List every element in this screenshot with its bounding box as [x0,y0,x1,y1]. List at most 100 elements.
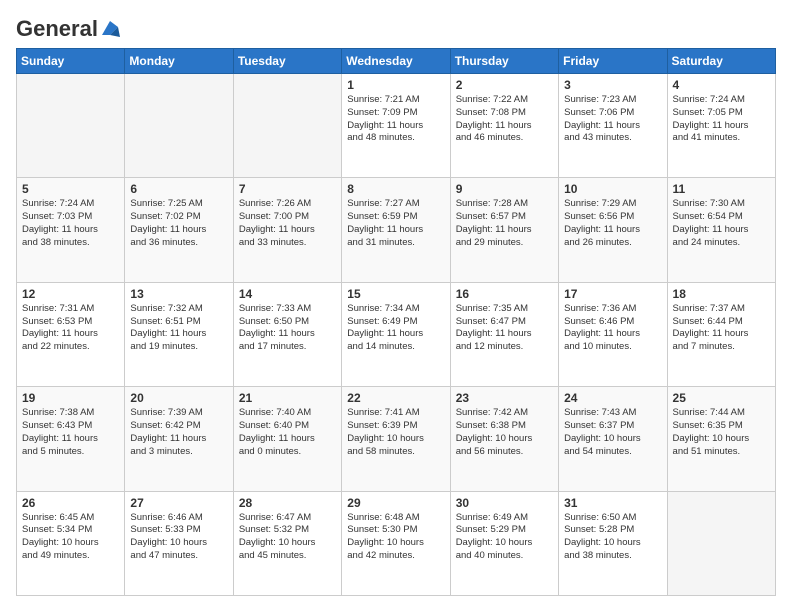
calendar-cell: 7 Sunrise: 7:26 AM Sunset: 7:00 PM Daylig… [233,178,341,282]
col-header-friday: Friday [559,49,667,74]
day-info: Sunrise: 7:37 AM Sunset: 6:44 PM Dayligh… [673,303,770,354]
calendar-cell: 6 Sunrise: 7:25 AM Sunset: 7:02 PM Daylig… [125,178,233,282]
day-info: Sunrise: 7:36 AM Sunset: 6:46 PM Dayligh… [564,303,661,354]
col-header-thursday: Thursday [450,49,558,74]
calendar-week-3: 19Sunrise: 7:38 AM Sunset: 6:43 PM Dayli… [17,387,776,491]
calendar-cell: 22Sunrise: 7:41 AM Sunset: 6:39 PM Dayli… [342,387,450,491]
day-number: 12 [22,287,119,301]
day-number: 2 [456,78,553,92]
day-number: 21 [239,391,336,405]
calendar-cell: 23Sunrise: 7:42 AM Sunset: 6:38 PM Dayli… [450,387,558,491]
day-info: Sunrise: 7:24 AM Sunset: 7:03 PM Dayligh… [22,198,119,249]
logo-general: General [16,16,98,42]
day-number: 24 [564,391,661,405]
calendar-cell: 30Sunrise: 6:49 AM Sunset: 5:29 PM Dayli… [450,491,558,595]
calendar-cell [233,74,341,178]
day-info: Sunrise: 7:42 AM Sunset: 6:38 PM Dayligh… [456,407,553,458]
calendar-cell [667,491,775,595]
day-number: 17 [564,287,661,301]
day-number: 1 [347,78,444,92]
calendar-cell: 28 Sunrise: 6:47 AM Sunset: 5:32 PM Dayli… [233,491,341,595]
col-header-monday: Monday [125,49,233,74]
day-number: 15 [347,287,444,301]
day-number: 8 [347,182,444,196]
calendar-cell: 31 Sunrise: 6:50 AM Sunset: 5:28 PM Dayli… [559,491,667,595]
day-number: 11 [673,182,770,196]
day-info: Sunrise: 6:45 AM Sunset: 5:34 PM Dayligh… [22,512,119,563]
calendar-week-2: 12Sunrise: 7:31 AM Sunset: 6:53 PM Dayli… [17,282,776,386]
calendar-cell: 10 Sunrise: 7:29 AM Sunset: 6:56 PM Dayli… [559,178,667,282]
day-number: 27 [130,496,227,510]
col-header-tuesday: Tuesday [233,49,341,74]
calendar-cell: 24Sunrise: 7:43 AM Sunset: 6:37 PM Dayli… [559,387,667,491]
day-info: Sunrise: 6:46 AM Sunset: 5:33 PM Dayligh… [130,512,227,563]
day-info: Sunrise: 7:29 AM Sunset: 6:56 PM Dayligh… [564,198,661,249]
day-info: Sunrise: 7:40 AM Sunset: 6:40 PM Dayligh… [239,407,336,458]
day-number: 25 [673,391,770,405]
calendar-cell: 12Sunrise: 7:31 AM Sunset: 6:53 PM Dayli… [17,282,125,386]
logo-icon [100,19,120,39]
day-info: Sunrise: 7:44 AM Sunset: 6:35 PM Dayligh… [673,407,770,458]
calendar-cell: 21 Sunrise: 7:40 AM Sunset: 6:40 PM Dayli… [233,387,341,491]
calendar-cell: 16Sunrise: 7:35 AM Sunset: 6:47 PM Dayli… [450,282,558,386]
day-info: Sunrise: 7:21 AM Sunset: 7:09 PM Dayligh… [347,94,444,145]
calendar-cell: 20 Sunrise: 7:39 AM Sunset: 6:42 PM Dayli… [125,387,233,491]
day-info: Sunrise: 7:25 AM Sunset: 7:02 PM Dayligh… [130,198,227,249]
calendar-cell: 15 Sunrise: 7:34 AM Sunset: 6:49 PM Dayli… [342,282,450,386]
calendar-cell [17,74,125,178]
day-number: 26 [22,496,119,510]
day-info: Sunrise: 6:47 AM Sunset: 5:32 PM Dayligh… [239,512,336,563]
day-number: 6 [130,182,227,196]
calendar-table: SundayMondayTuesdayWednesdayThursdayFrid… [16,48,776,596]
col-header-sunday: Sunday [17,49,125,74]
day-info: Sunrise: 7:32 AM Sunset: 6:51 PM Dayligh… [130,303,227,354]
day-number: 10 [564,182,661,196]
day-number: 16 [456,287,553,301]
day-number: 13 [130,287,227,301]
day-info: Sunrise: 7:27 AM Sunset: 6:59 PM Dayligh… [347,198,444,249]
day-number: 28 [239,496,336,510]
day-info: Sunrise: 7:24 AM Sunset: 7:05 PM Dayligh… [673,94,770,145]
calendar-cell: 14Sunrise: 7:33 AM Sunset: 6:50 PM Dayli… [233,282,341,386]
day-number: 22 [347,391,444,405]
day-number: 3 [564,78,661,92]
logo: General [16,16,120,38]
calendar-cell: 8 Sunrise: 7:27 AM Sunset: 6:59 PM Daylig… [342,178,450,282]
calendar-cell: 1 Sunrise: 7:21 AM Sunset: 7:09 PM Daylig… [342,74,450,178]
day-number: 14 [239,287,336,301]
calendar-cell: 3 Sunrise: 7:23 AM Sunset: 7:06 PM Daylig… [559,74,667,178]
day-info: Sunrise: 6:48 AM Sunset: 5:30 PM Dayligh… [347,512,444,563]
day-number: 5 [22,182,119,196]
page: General SundayMondayTuesdayWednesdayThur… [0,0,792,612]
calendar-cell [125,74,233,178]
day-number: 4 [673,78,770,92]
day-info: Sunrise: 7:22 AM Sunset: 7:08 PM Dayligh… [456,94,553,145]
day-number: 29 [347,496,444,510]
day-info: Sunrise: 7:34 AM Sunset: 6:49 PM Dayligh… [347,303,444,354]
day-number: 20 [130,391,227,405]
calendar-cell: 29 Sunrise: 6:48 AM Sunset: 5:30 PM Dayli… [342,491,450,595]
day-info: Sunrise: 7:39 AM Sunset: 6:42 PM Dayligh… [130,407,227,458]
day-number: 19 [22,391,119,405]
day-number: 31 [564,496,661,510]
day-info: Sunrise: 7:28 AM Sunset: 6:57 PM Dayligh… [456,198,553,249]
calendar-cell: 9 Sunrise: 7:28 AM Sunset: 6:57 PM Daylig… [450,178,558,282]
calendar-cell: 2 Sunrise: 7:22 AM Sunset: 7:08 PM Daylig… [450,74,558,178]
calendar-week-4: 26 Sunrise: 6:45 AM Sunset: 5:34 PM Dayli… [17,491,776,595]
day-info: Sunrise: 7:26 AM Sunset: 7:00 PM Dayligh… [239,198,336,249]
calendar-cell: 27 Sunrise: 6:46 AM Sunset: 5:33 PM Dayli… [125,491,233,595]
day-number: 7 [239,182,336,196]
day-info: Sunrise: 7:23 AM Sunset: 7:06 PM Dayligh… [564,94,661,145]
calendar-cell: 11Sunrise: 7:30 AM Sunset: 6:54 PM Dayli… [667,178,775,282]
calendar-cell: 19Sunrise: 7:38 AM Sunset: 6:43 PM Dayli… [17,387,125,491]
calendar-cell: 25 Sunrise: 7:44 AM Sunset: 6:35 PM Dayli… [667,387,775,491]
day-info: Sunrise: 6:50 AM Sunset: 5:28 PM Dayligh… [564,512,661,563]
calendar-cell: 4 Sunrise: 7:24 AM Sunset: 7:05 PM Daylig… [667,74,775,178]
day-number: 9 [456,182,553,196]
col-header-wednesday: Wednesday [342,49,450,74]
col-header-saturday: Saturday [667,49,775,74]
day-number: 30 [456,496,553,510]
calendar-cell: 26 Sunrise: 6:45 AM Sunset: 5:34 PM Dayli… [17,491,125,595]
header: General [16,16,776,38]
calendar-header-row: SundayMondayTuesdayWednesdayThursdayFrid… [17,49,776,74]
